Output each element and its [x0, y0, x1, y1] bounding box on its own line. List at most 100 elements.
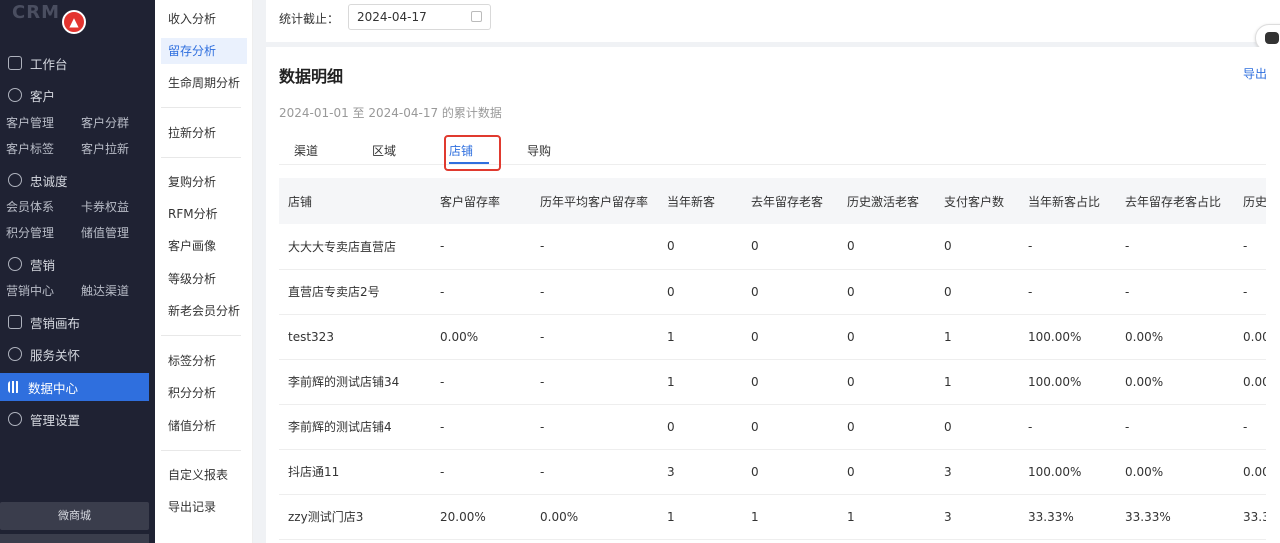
th-store: 店铺 [279, 178, 431, 224]
table-row: 李前辉的测试店铺34--1001100.00%0.00%0.00 [279, 359, 1266, 405]
th-retention-rate: 客户留存率 [431, 178, 531, 224]
nav-sub-stored-value[interactable]: 储值管理 [81, 224, 129, 241]
nav-sub-points-manage[interactable]: 积分管理 [6, 224, 54, 241]
table-cell: 1 [838, 494, 935, 540]
table-cell: 1 [935, 314, 1019, 360]
date-range-text: 2024-01-01 至 2024-04-17 的累计数据 [279, 106, 502, 120]
nav-item-marketing[interactable]: 营销 [0, 250, 155, 278]
panel-title: 数据明细 [279, 67, 344, 86]
data-detail-panel: 数据明细 导出 2024-01-01 至 2024-04-17 的累计数据 渠道… [266, 47, 1280, 543]
table-cell: - [1116, 404, 1234, 450]
table-row: 直营店专卖店2号 - -0 0 0 0- - - [279, 269, 1266, 315]
submenu-rfm-analysis[interactable]: RFM分析 [161, 201, 247, 227]
table-cell: 0.00% [431, 314, 531, 360]
table-cell: - [531, 359, 658, 405]
sidebar-footer-button[interactable] [0, 534, 149, 543]
submenu-customer-profile[interactable]: 客户画像 [161, 233, 247, 259]
table-cell: 100.00% [1019, 359, 1116, 405]
nav-item-workbench[interactable]: 工作台 [0, 49, 155, 77]
date-picker-input[interactable]: 2024-04-17 [348, 4, 491, 30]
submenu-divider [161, 107, 241, 108]
nav-item-service-care[interactable]: 服务关怀 [0, 340, 155, 368]
nav-sub-member-system[interactable]: 会员体系 [6, 198, 54, 215]
nav-item-label: 营销画布 [30, 315, 81, 331]
thumbs-up-icon: ▲ [62, 10, 86, 34]
nav-sub-customer-tag[interactable]: 客户标签 [6, 140, 54, 157]
nav-item-label: 服务关怀 [30, 347, 81, 363]
table-row: zzy测试门店320.00%0.00%111333.33%33.33%33.3 [279, 494, 1266, 540]
clipboard-icon [8, 315, 22, 329]
store-data-table: 店铺 客户留存率 历年平均客户留存率 当年新客 去年留存老客 历史激活老客 支付… [279, 178, 1266, 540]
submenu-level-analysis[interactable]: 等级分析 [161, 266, 247, 292]
submenu-repurchase-analysis[interactable]: 复购分析 [161, 169, 247, 195]
submenu-stored-value-analysis[interactable]: 储值分析 [161, 413, 247, 439]
table-cell: 直营店专卖店2号 [279, 269, 431, 315]
tab-channel[interactable]: 渠道 [294, 142, 318, 159]
table-row: 大大大专卖店直营店 - -0 0 0 0- - - [279, 224, 1266, 270]
data-center-submenu: 收入分析 留存分析 生命周期分析 拉新分析 复购分析 RFM分析 客户画像 等级… [155, 0, 253, 543]
submenu-new-old-member-analysis[interactable]: 新老会员分析 [161, 298, 247, 324]
table-cell: - [1019, 269, 1116, 315]
nav-sub-customer-group[interactable]: 客户分群 [81, 114, 129, 131]
th-paying-customers: 支付客户数 [935, 178, 1019, 224]
nav-item-marketing-canvas[interactable]: 营销画布 [0, 308, 155, 336]
table-cell: 0.00% [531, 494, 658, 540]
nav-sub-row: 积分管理 储值管理 [0, 221, 155, 243]
table-header-row: 店铺 客户留存率 历年平均客户留存率 当年新客 去年留存老客 历史激活老客 支付… [279, 178, 1266, 224]
nav-item-loyalty[interactable]: 忠诚度 [0, 166, 155, 194]
tab-region[interactable]: 区域 [372, 142, 396, 159]
stat-deadline-label: 统计截止： [279, 12, 340, 26]
th-retained-old: 去年留存老客 [742, 178, 838, 224]
table-cell: - [1234, 269, 1266, 315]
submenu-custom-report[interactable]: 自定义报表 [161, 462, 247, 488]
table-cell: - [1116, 224, 1234, 270]
main-content: 统计截止： 2024-04-17 数据明细 导出 2024-01-01 至 20… [253, 0, 1280, 543]
nav-item-label: 管理设置 [30, 412, 81, 428]
table-cell: 0.00 [1234, 449, 1266, 495]
table-cell: 0 [742, 314, 838, 360]
nav-sub-reach-channel[interactable]: 触达渠道 [81, 282, 129, 299]
nav-item-customer[interactable]: 客户 [0, 81, 155, 109]
nav-sub-customer-acquire[interactable]: 客户拉新 [81, 140, 129, 157]
submenu-acquisition-analysis[interactable]: 拉新分析 [161, 120, 247, 146]
filter-bar: 统计截止： 2024-04-17 [266, 0, 1280, 42]
nav-sub-marketing-center[interactable]: 营销中心 [6, 282, 54, 299]
submenu-lifecycle-analysis[interactable]: 生命周期分析 [161, 70, 247, 96]
submenu-export-records[interactable]: 导出记录 [161, 494, 247, 520]
submenu-retention-analysis[interactable]: 留存分析 [161, 38, 247, 64]
table-cell: - [531, 449, 658, 495]
submenu-divider [161, 157, 241, 158]
table-cell: 0 [658, 404, 742, 450]
nav-item-label: 数据中心 [28, 380, 79, 396]
nav-sub-customer-manage[interactable]: 客户管理 [6, 114, 54, 131]
table-cell: - [1019, 404, 1116, 450]
brand-text: CRM [12, 2, 60, 23]
submenu-divider [161, 450, 241, 451]
th-reactivated-old: 历史激活老客 [838, 178, 935, 224]
nav-item-settings[interactable]: 管理设置 [0, 405, 155, 433]
table-cell: 1 [935, 359, 1019, 405]
submenu-tag-analysis[interactable]: 标签分析 [161, 348, 247, 374]
nav-item-label: 客户 [30, 88, 56, 104]
nav-item-data-center[interactable]: 数据中心 [0, 373, 149, 401]
submenu-points-analysis[interactable]: 积分分析 [161, 380, 247, 406]
table-cell: 0 [838, 314, 935, 360]
table-cell: 大大大专卖店直营店 [279, 224, 431, 270]
table-cell: 1 [658, 314, 742, 360]
monitor-icon [8, 56, 22, 70]
table-cell: - [531, 404, 658, 450]
export-link[interactable]: 导出 [1243, 65, 1267, 82]
table-cell: test323 [279, 314, 431, 360]
table-row: 李前辉的测试店铺4- -0 0 0 0- - - [279, 404, 1266, 450]
nav-sub-coupon-rights[interactable]: 卡券权益 [81, 198, 129, 215]
micro-mall-button[interactable]: 微商城 [0, 502, 149, 530]
table-cell: 0.00% [1116, 449, 1234, 495]
nav-sub-row: 客户标签 客户拉新 [0, 137, 155, 159]
tab-shopping-guide[interactable]: 导购 [527, 142, 551, 159]
table-cell: 33.3 [1234, 494, 1266, 540]
table-cell: 3 [935, 449, 1019, 495]
table-cell: 0 [742, 404, 838, 450]
table-cell: - [531, 224, 658, 270]
submenu-income-analysis[interactable]: 收入分析 [161, 6, 247, 32]
flask-icon [8, 347, 22, 361]
